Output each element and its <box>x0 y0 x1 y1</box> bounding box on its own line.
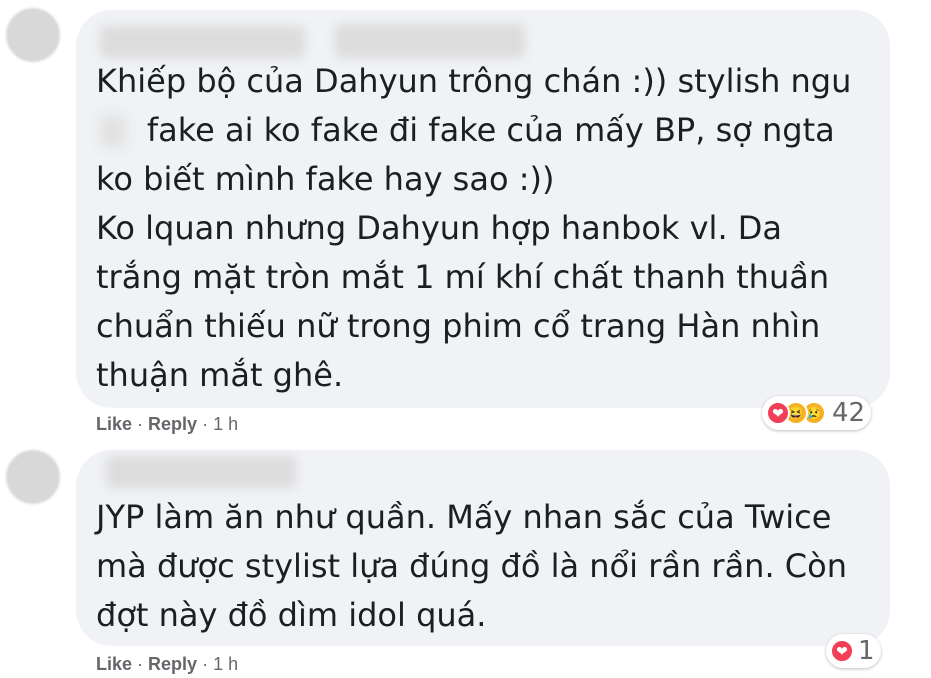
commenter-name-redacted[interactable] <box>335 24 525 58</box>
separator: · <box>132 654 149 674</box>
separator: · <box>197 414 214 434</box>
reply-link[interactable]: Reply <box>148 414 197 434</box>
timestamp[interactable]: 1 h <box>213 654 238 674</box>
timestamp[interactable]: 1 h <box>213 414 238 434</box>
reaction-count: 42 <box>832 398 866 428</box>
comment-actions: Like · Reply · 1 h <box>96 654 238 675</box>
reaction-summary[interactable]: ❤ 😆 😢 42 <box>762 396 872 430</box>
reaction-count: 1 <box>858 636 875 666</box>
comment-text: JYP làm ăn như quần. Mấy nhan sắc của Tw… <box>96 498 847 634</box>
commenter-avatar[interactable] <box>6 8 60 62</box>
separator: · <box>132 414 149 434</box>
commenter-avatar[interactable] <box>6 450 60 504</box>
separator: · <box>197 654 214 674</box>
comment-actions: Like · Reply · 1 h <box>96 414 238 435</box>
love-icon: ❤ <box>830 639 854 663</box>
like-link[interactable]: Like <box>96 654 132 674</box>
like-link[interactable]: Like <box>96 414 132 434</box>
reply-link[interactable]: Reply <box>148 654 197 674</box>
reaction-summary[interactable]: ❤ 1 <box>826 634 881 668</box>
love-icon: ❤ <box>766 401 790 425</box>
commenter-name-redacted[interactable] <box>106 456 296 488</box>
commenter-name-redacted[interactable] <box>100 26 305 58</box>
comment-text: Khiếp bộ của Dahyun trông chán :)) styli… <box>96 62 852 394</box>
